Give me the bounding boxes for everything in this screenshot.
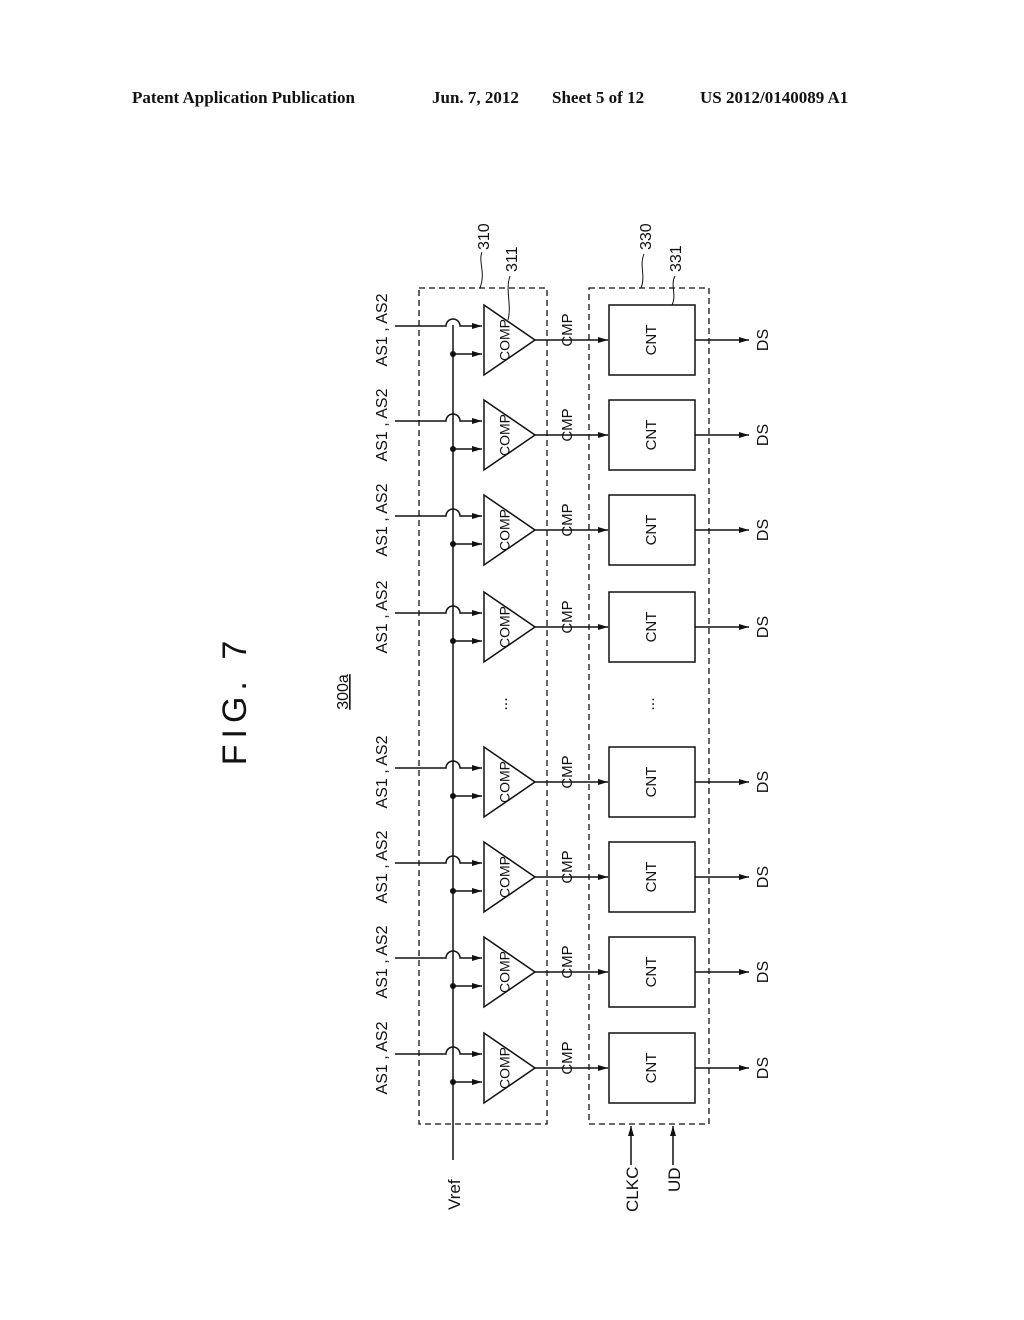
leader-331 (671, 275, 676, 306)
junction-dot (450, 983, 456, 989)
figure-ref: 300a (335, 674, 352, 710)
ds-output-label: DS (755, 1057, 772, 1079)
channel-row: AS1 , AS2 COMP CMP CNT DS (374, 830, 772, 914)
ds-output-label: DS (755, 866, 772, 888)
counter-label: CNT (643, 612, 660, 643)
cmp-signal-label: CMP (559, 755, 576, 788)
junction-dot (450, 541, 456, 547)
counter-label: CNT (643, 1053, 660, 1084)
counter-label: CNT (643, 957, 660, 988)
counter-label: CNT (643, 325, 660, 356)
channel-row: AS1 , AS2 COMP CMP CNT DS (374, 580, 772, 664)
counter-label: CNT (643, 515, 660, 546)
channel-row: AS1 , AS2 COMP CMP CNT DS (374, 735, 772, 819)
ds-output-label: DS (755, 961, 772, 983)
cmp-signal-label: CMP (559, 1041, 576, 1074)
channel-row: AS1 , AS2 COMP CMP CNT DS (374, 483, 772, 567)
junction-dot (450, 351, 456, 357)
junction-dot (450, 793, 456, 799)
cmp-signal-label: CMP (559, 408, 576, 441)
comparator-label: COMP (497, 414, 513, 456)
counter-label: CNT (643, 862, 660, 893)
cmp-signal-label: CMP (559, 600, 576, 633)
comparator-label: COMP (497, 951, 513, 993)
ds-output-label: DS (755, 329, 772, 351)
leader-311 (507, 275, 511, 321)
comparator-label: COMP (497, 856, 513, 898)
cmp-signal-label: CMP (559, 945, 576, 978)
ud-label: UD (665, 1167, 684, 1192)
comparator-label: COMP (497, 606, 513, 648)
ref-331: 331 (668, 245, 685, 272)
channel-rows: AS1 , AS2 COMP CMP CNT DS AS1 , AS2 COMP CMP CNT… (374, 293, 772, 1105)
circuit-diagram: FIG. 7 300a 310 311 330 331 Vref CLKC UD… (216, 223, 772, 1212)
comparator-label: COMP (497, 1047, 513, 1089)
ds-output-label: DS (755, 771, 772, 793)
analog-input-wire (395, 508, 482, 519)
junction-dot (450, 1079, 456, 1085)
comparator-block-310 (418, 287, 548, 1125)
analog-input-label: AS1 , AS2 (374, 580, 391, 653)
ref-330: 330 (638, 223, 655, 250)
analog-input-wire (395, 760, 482, 771)
analog-input-wire (395, 855, 482, 866)
analog-input-label: AS1 , AS2 (374, 293, 391, 366)
channel-row: AS1 , AS2 COMP CMP CNT DS (374, 925, 772, 1009)
ds-output-label: DS (755, 519, 772, 541)
cmp-signal-label: CMP (559, 503, 576, 536)
analog-input-wire (395, 318, 482, 329)
leader-310 (479, 251, 483, 289)
analog-input-wire (395, 605, 482, 616)
figure-title: FIG. 7 (216, 635, 254, 765)
analog-input-label: AS1 , AS2 (374, 830, 391, 903)
cmp-signal-label: CMP (559, 313, 576, 346)
channel-row: AS1 , AS2 COMP CMP CNT DS (374, 293, 772, 377)
analog-input-label: AS1 , AS2 (374, 735, 391, 808)
channel-row: AS1 , AS2 COMP CMP CNT DS (374, 1021, 772, 1105)
analog-input-label: AS1 , AS2 (374, 925, 391, 998)
analog-input-wire (395, 1046, 482, 1057)
analog-input-wire (395, 950, 482, 961)
analog-input-label: AS1 , AS2 (374, 483, 391, 556)
analog-input-label: AS1 , AS2 (374, 1021, 391, 1094)
vref-label: Vref (445, 1179, 464, 1210)
ds-output-label: DS (755, 424, 772, 446)
ref-311: 311 (504, 246, 521, 272)
ds-output-label: DS (755, 616, 772, 638)
analog-input-wire (395, 413, 482, 424)
comparator-label: COMP (497, 509, 513, 551)
counter-label: CNT (643, 420, 660, 451)
junction-dot (450, 888, 456, 894)
comparator-label: COMP (497, 761, 513, 803)
analog-input-label: AS1 , AS2 (374, 388, 391, 461)
clkc-label: CLKC (623, 1167, 642, 1212)
ellipsis-comparators: ... (494, 697, 511, 710)
counter-label: CNT (643, 767, 660, 798)
cmp-signal-label: CMP (559, 850, 576, 883)
junction-dot (450, 446, 456, 452)
comparator-label: COMP (497, 319, 513, 361)
ellipsis-counters: ... (641, 697, 658, 710)
leader-330 (640, 253, 645, 289)
channel-row: AS1 , AS2 COMP CMP CNT DS (374, 388, 772, 472)
junction-dot (450, 638, 456, 644)
ref-310: 310 (476, 223, 493, 250)
